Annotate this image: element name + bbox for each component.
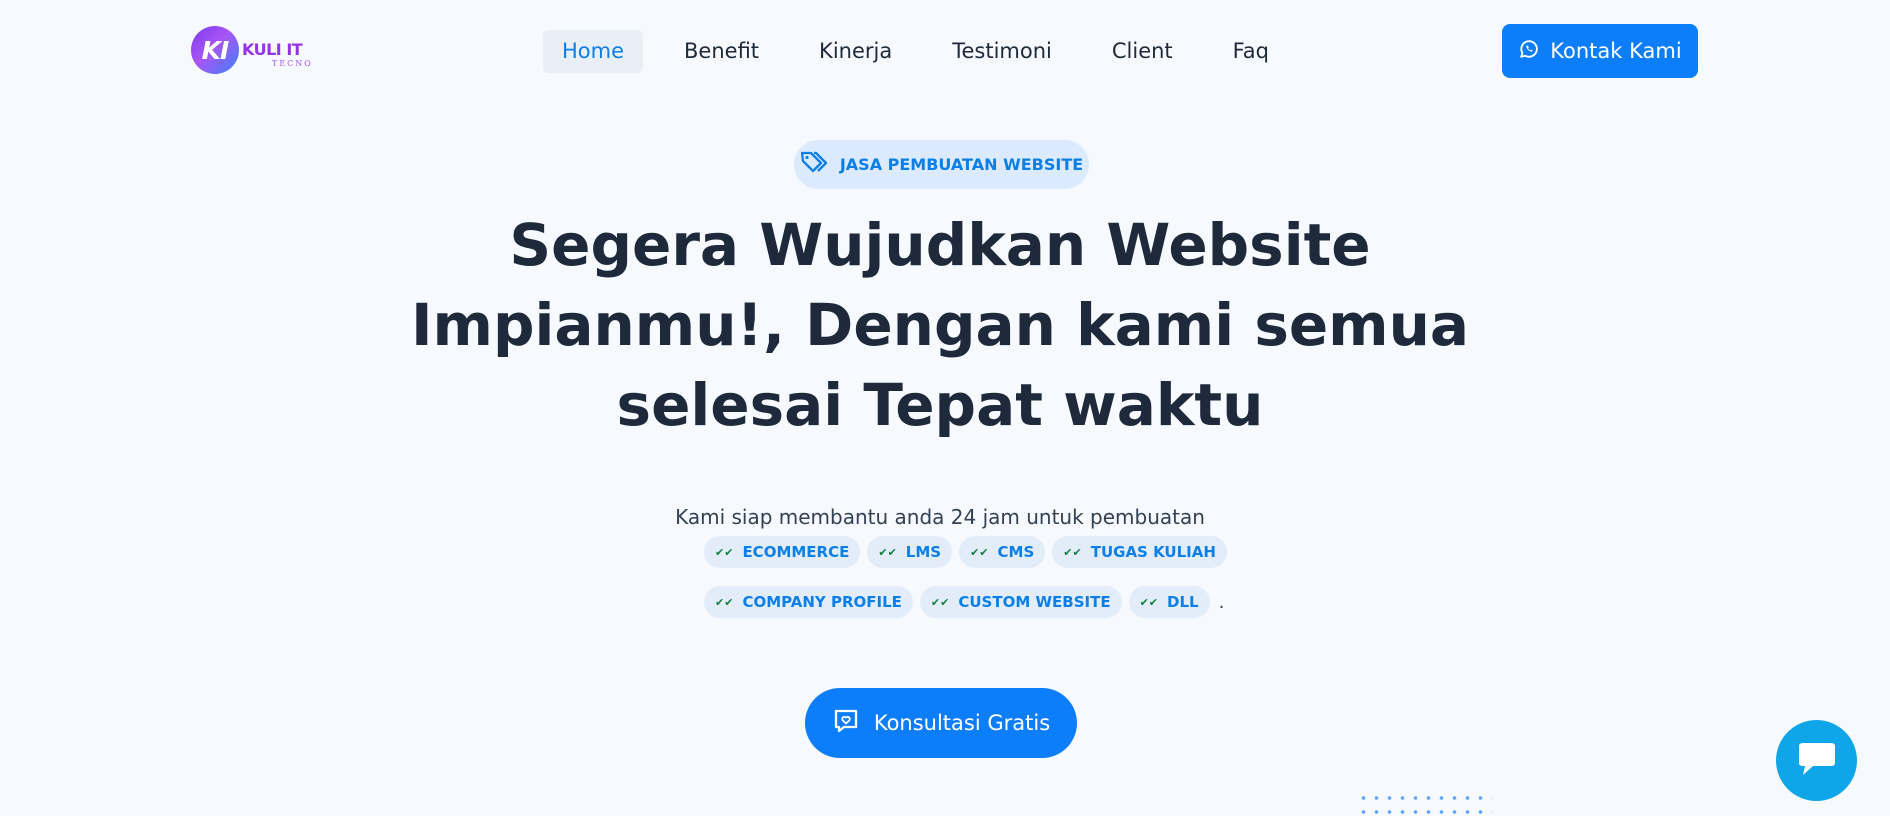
nav-client[interactable]: Client bbox=[1093, 30, 1192, 73]
nav-kinerja[interactable]: Kinerja bbox=[800, 30, 911, 73]
tag-dll: ✔✔ DLL bbox=[1128, 586, 1210, 618]
check-icon: ✔✔ bbox=[715, 545, 734, 559]
tag-label: LMS bbox=[905, 543, 942, 561]
nav-home[interactable]: Home bbox=[543, 30, 644, 73]
check-icon: ✔✔ bbox=[878, 545, 897, 559]
check-icon: ✔✔ bbox=[1063, 545, 1082, 559]
tag-label: DLL bbox=[1167, 593, 1199, 611]
tag-cms: ✔✔ CMS bbox=[959, 536, 1046, 568]
contact-button-label: Kontak Kami bbox=[1550, 39, 1682, 63]
consultation-button-label: Konsultasi Gratis bbox=[873, 711, 1051, 735]
hero-headline: Segera Wujudkan Website Impianmu!, Denga… bbox=[410, 211, 1470, 439]
nav-testimoni[interactable]: Testimoni bbox=[933, 30, 1071, 73]
contact-button[interactable]: Kontak Kami bbox=[1502, 24, 1698, 78]
nav-faq[interactable]: Faq bbox=[1214, 30, 1288, 73]
tag-label: TUGAS KULIAH bbox=[1090, 543, 1216, 561]
whatsapp-icon bbox=[1518, 38, 1540, 65]
tags-trailing-period: . bbox=[1218, 591, 1225, 613]
tag-label: CUSTOM WEBSITE bbox=[958, 593, 1111, 611]
tag-company-profile: ✔✔ COMPANY PROFILE bbox=[704, 586, 913, 618]
main-nav: Home Benefit Kinerja Testimoni Client Fa… bbox=[543, 30, 1288, 73]
check-icon: ✔✔ bbox=[970, 545, 989, 559]
tags-row: ✔✔ COMPANY PROFILE ✔✔ CUSTOM WEBSITE ✔✔ DLL… bbox=[704, 585, 1224, 619]
logo[interactable]: KI KULI IT TECNO bbox=[191, 25, 321, 75]
message-heart-icon bbox=[832, 707, 860, 740]
decorative-dots bbox=[1357, 791, 1492, 816]
hero-subtitle: Kami siap membantu anda 24 jam untuk pem… bbox=[675, 505, 1205, 529]
chat-button[interactable] bbox=[1776, 720, 1857, 801]
logo-name: KULI IT bbox=[242, 40, 303, 59]
check-icon: ✔✔ bbox=[1139, 595, 1159, 609]
logo-sub: TECNO bbox=[272, 59, 313, 68]
tag-label: CMS bbox=[997, 543, 1035, 561]
tag-ecommerce: ✔✔ ECOMMERCE bbox=[704, 536, 861, 568]
tag-custom-website: ✔✔ CUSTOM WEBSITE bbox=[919, 586, 1122, 618]
tag-lms: ✔✔ LMS bbox=[867, 536, 953, 568]
tag-tugas-kuliah: ✔✔ TUGAS KULIAH bbox=[1052, 536, 1227, 568]
tags-row: ✔✔ ECOMMERCE ✔✔ LMS ✔✔ CMS ✔✔ TUGAS KULIAH bbox=[704, 535, 1227, 569]
nav-benefit[interactable]: Benefit bbox=[665, 30, 778, 73]
check-icon: ✔✔ bbox=[930, 595, 950, 609]
chat-icon bbox=[1795, 739, 1839, 783]
tags-icon bbox=[800, 150, 830, 180]
hero-badge-label: JASA PEMBUATAN WEBSITE bbox=[839, 155, 1084, 174]
hero-badge: JASA PEMBUATAN WEBSITE bbox=[794, 140, 1089, 189]
logo-mark: KI bbox=[191, 26, 239, 74]
tag-label: ECOMMERCE bbox=[742, 543, 850, 561]
tag-label: COMPANY PROFILE bbox=[742, 593, 902, 611]
check-icon: ✔✔ bbox=[715, 595, 734, 609]
consultation-button[interactable]: Konsultasi Gratis bbox=[805, 688, 1077, 758]
